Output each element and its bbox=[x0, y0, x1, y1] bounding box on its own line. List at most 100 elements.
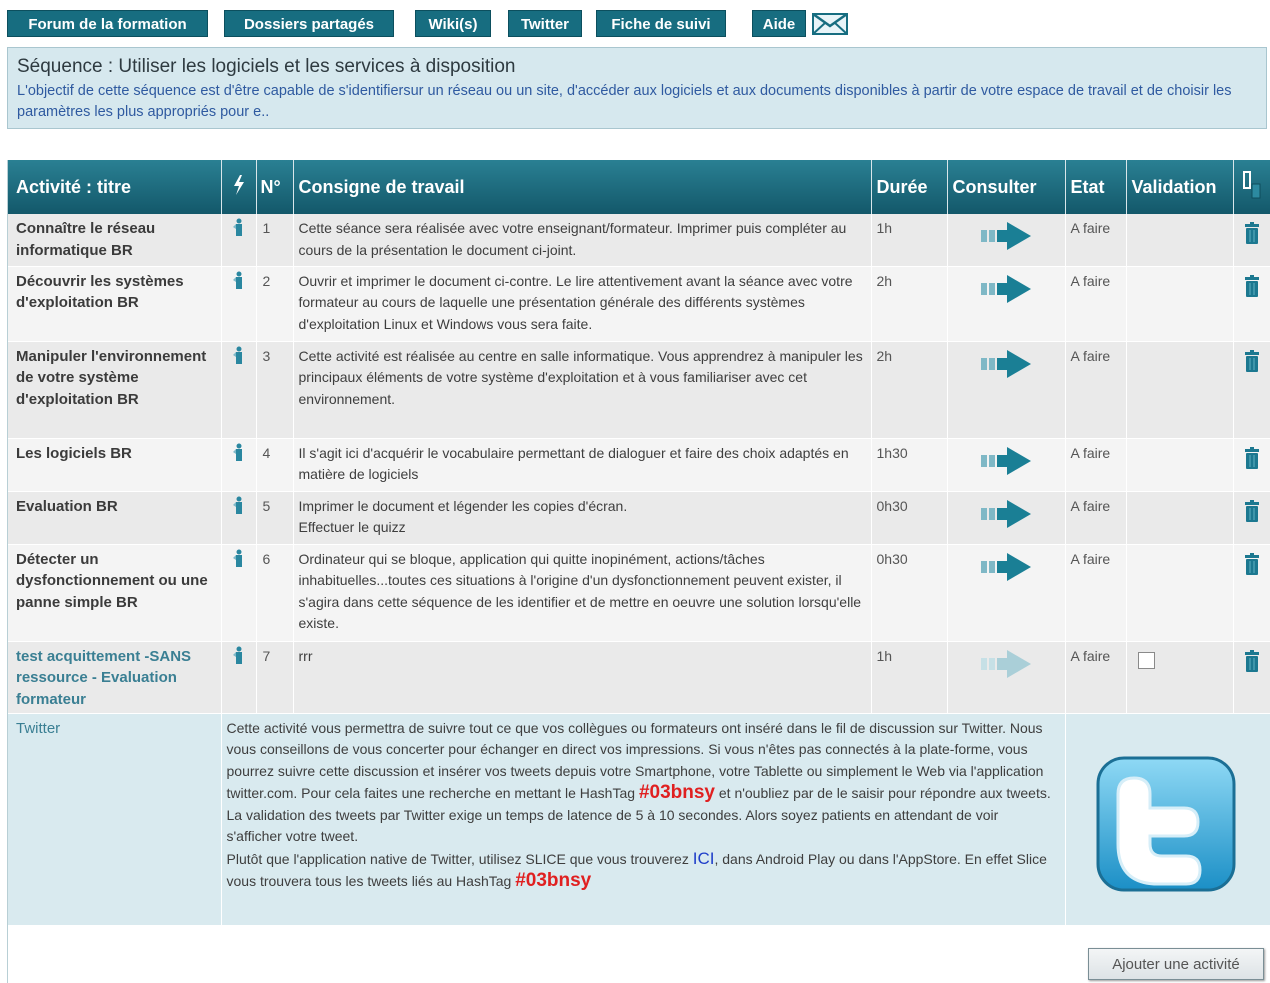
activity-consulter-cell bbox=[947, 266, 1066, 342]
activity-consigne: Imprimer le document et légender les cop… bbox=[293, 491, 872, 545]
activity-consulter-cell bbox=[947, 214, 1066, 267]
twitter-row: Twitter Cette activité vous permettra de … bbox=[8, 713, 1270, 926]
person-icon[interactable] bbox=[231, 218, 243, 236]
activity-title[interactable]: Découvrir les systèmes d'exploitation BR bbox=[8, 266, 222, 342]
hashtag: #03bnsy bbox=[638, 782, 715, 803]
person-icon[interactable] bbox=[231, 346, 243, 364]
header-num: N° bbox=[256, 160, 294, 214]
activity-person-cell bbox=[221, 438, 257, 492]
table-row: test acquittement -SANS ressource - Eval… bbox=[8, 641, 1270, 714]
activity-number: 6 bbox=[256, 544, 294, 642]
sequence-title: Séquence : Utiliser les logiciels et les… bbox=[17, 56, 516, 77]
arrow-right-icon[interactable] bbox=[981, 274, 1031, 303]
nav-wiki[interactable]: Wiki(s) bbox=[415, 10, 491, 37]
trash-icon[interactable] bbox=[1244, 499, 1260, 522]
activity-delete-cell bbox=[1233, 341, 1270, 439]
trash-icon[interactable] bbox=[1244, 552, 1260, 575]
activity-validation bbox=[1126, 341, 1234, 439]
trash-icon[interactable] bbox=[1244, 446, 1260, 469]
activities-panel: Activité : titre N° Consigne de travail … bbox=[7, 160, 1270, 983]
activity-etat: A faire bbox=[1065, 544, 1127, 642]
nav-fiche-suivi[interactable]: Fiche de suivi bbox=[596, 10, 726, 37]
trash-icon[interactable] bbox=[1244, 222, 1260, 244]
activity-number: 2 bbox=[256, 266, 294, 342]
person-icon[interactable] bbox=[231, 549, 243, 567]
arrow-right-icon[interactable] bbox=[981, 446, 1031, 475]
table-row: Manipuler l'environnement de votre systè… bbox=[8, 341, 1270, 439]
activity-title[interactable]: Détecter un dysfonctionnement ou une pan… bbox=[8, 544, 222, 642]
activity-consulter-cell bbox=[947, 438, 1066, 492]
header-validation: Validation bbox=[1126, 160, 1234, 214]
person-icon[interactable] bbox=[231, 271, 243, 289]
trash-icon[interactable] bbox=[1244, 274, 1260, 297]
activity-title[interactable]: Connaître le réseau informatique BR bbox=[8, 214, 222, 267]
sequence-panel: Séquence : Utiliser les logiciels et les… bbox=[7, 47, 1267, 129]
activity-validation bbox=[1126, 641, 1234, 714]
activities-table: Activité : titre N° Consigne de travail … bbox=[8, 160, 1270, 926]
activity-number: 3 bbox=[256, 341, 294, 439]
activity-consigne: Cette activité est réalisée au centre en… bbox=[293, 341, 872, 439]
activity-duree: 0h30 bbox=[871, 491, 948, 545]
activity-person-cell bbox=[221, 214, 257, 267]
trash-icon[interactable] bbox=[1244, 649, 1260, 672]
hashtag-2: #03bnsy bbox=[515, 870, 592, 891]
arrow-right-icon[interactable] bbox=[981, 349, 1031, 378]
activity-validation bbox=[1126, 214, 1234, 267]
arrow-right-icon[interactable] bbox=[981, 222, 1031, 250]
activity-delete-cell bbox=[1233, 214, 1270, 267]
trash-icon[interactable] bbox=[1244, 349, 1260, 372]
activity-title[interactable]: Les logiciels BR bbox=[8, 438, 222, 492]
activity-etat: A faire bbox=[1065, 641, 1127, 714]
activity-person-cell bbox=[221, 544, 257, 642]
header-etat: Etat bbox=[1065, 160, 1127, 214]
activity-number: 1 bbox=[256, 214, 294, 267]
activity-delete-cell bbox=[1233, 641, 1270, 714]
activity-etat: A faire bbox=[1065, 491, 1127, 545]
activity-person-cell bbox=[221, 266, 257, 342]
table-row: Détecter un dysfonctionnement ou une pan… bbox=[8, 544, 1270, 642]
person-icon[interactable] bbox=[231, 646, 243, 664]
activity-validation bbox=[1126, 491, 1234, 545]
activity-consigne: Ouvrir et imprimer le document ci-contre… bbox=[293, 266, 872, 342]
activity-title[interactable]: Manipuler l'environnement de votre systè… bbox=[8, 341, 222, 439]
header-tools bbox=[1233, 160, 1270, 214]
arrow-right-icon[interactable] bbox=[981, 649, 1031, 678]
arrow-right-icon[interactable] bbox=[981, 552, 1031, 581]
activity-number: 4 bbox=[256, 438, 294, 492]
activity-duree: 1h bbox=[871, 214, 948, 267]
header-title: Activité : titre bbox=[8, 160, 222, 214]
table-row: Les logiciels BR 4 Il s'agit ici d'acquéri… bbox=[8, 438, 1270, 492]
validation-checkbox[interactable] bbox=[1137, 651, 1155, 669]
activity-etat: A faire bbox=[1065, 341, 1127, 439]
person-icon[interactable] bbox=[231, 443, 243, 461]
activity-duree: 1h30 bbox=[871, 438, 948, 492]
clipboard-icon bbox=[1242, 170, 1260, 198]
add-activity-button[interactable]: Ajouter une activité bbox=[1088, 948, 1264, 980]
nav-forum[interactable]: Forum de la formation bbox=[7, 10, 208, 37]
activity-delete-cell bbox=[1233, 491, 1270, 545]
ici-link[interactable]: ICI bbox=[693, 849, 715, 868]
twitter-description: Cette activité vous permettra de suivre … bbox=[227, 718, 1055, 893]
activity-consigne: Ordinateur qui se bloque, application qu… bbox=[293, 544, 872, 642]
activity-number: 7 bbox=[256, 641, 294, 714]
activity-validation bbox=[1126, 266, 1234, 342]
activity-title[interactable]: test acquittement -SANS ressource - Eval… bbox=[8, 641, 222, 714]
activity-delete-cell bbox=[1233, 266, 1270, 342]
nav-dossiers[interactable]: Dossiers partagés bbox=[224, 10, 394, 37]
activity-title[interactable]: Evaluation BR bbox=[8, 491, 222, 545]
envelope-icon[interactable] bbox=[812, 13, 848, 35]
person-icon[interactable] bbox=[231, 496, 243, 514]
nav-twitter[interactable]: Twitter bbox=[508, 10, 582, 37]
header-flash bbox=[221, 160, 257, 214]
activity-delete-cell bbox=[1233, 544, 1270, 642]
activity-validation bbox=[1126, 438, 1234, 492]
nav-aide[interactable]: Aide bbox=[752, 10, 806, 37]
twitter-text-3: Plutôt que l'application native de Twitt… bbox=[226, 850, 693, 867]
arrow-right-icon[interactable] bbox=[981, 499, 1031, 528]
activity-consigne: Il s'agit ici d'acquérir le vocabulaire … bbox=[293, 438, 872, 492]
table-row: Connaître le réseau informatique BR 1 Cett… bbox=[8, 214, 1270, 267]
table-row: Evaluation BR 5 Imprimer le document et lé… bbox=[8, 491, 1270, 545]
twitter-title[interactable]: Twitter bbox=[8, 713, 222, 926]
activity-consigne: rrr bbox=[293, 641, 872, 714]
activity-validation bbox=[1126, 544, 1234, 642]
